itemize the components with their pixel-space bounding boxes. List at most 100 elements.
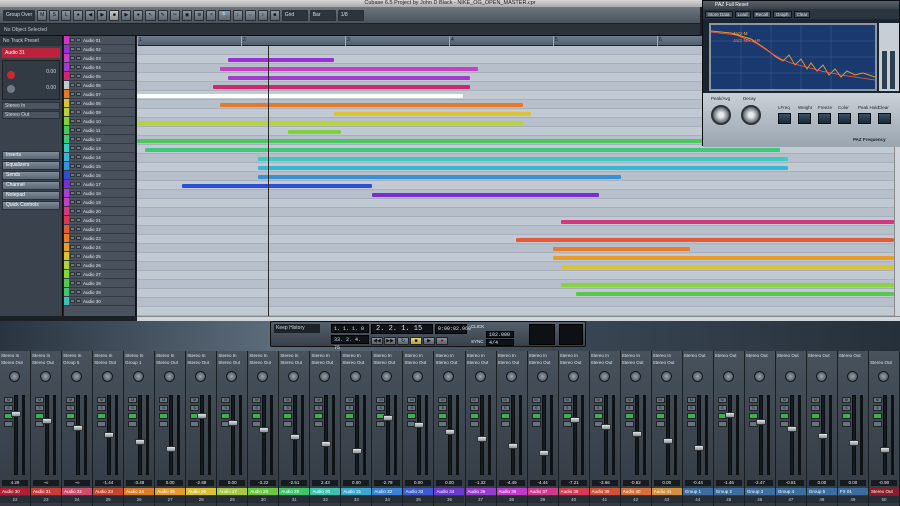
right-locator[interactable]: 33. 2. 4. 75: [331, 335, 369, 351]
mute-button[interactable]: [70, 110, 75, 114]
volume-fader-track[interactable]: [510, 395, 515, 475]
read-button[interactable]: [810, 413, 820, 419]
monitor-icon[interactable]: [7, 85, 15, 93]
volume-fader-track[interactable]: [572, 395, 577, 475]
pan-knob[interactable]: [40, 371, 52, 382]
solo-button[interactable]: S: [221, 405, 231, 411]
track-name[interactable]: Audio 17: [81, 182, 101, 187]
mute-button[interactable]: M: [252, 397, 262, 403]
volume-readout[interactable]: 0.00: [157, 480, 184, 486]
channel-input[interactable]: Stereo In: [94, 353, 122, 359]
channel-name[interactable]: Audio 37: [527, 488, 558, 495]
audio-event[interactable]: [288, 129, 342, 134]
inspector-section[interactable]: Equalizers: [2, 161, 60, 170]
channel-output[interactable]: [839, 360, 867, 366]
toolbar-dropdown[interactable]: 1/8: [337, 9, 364, 21]
track-row[interactable]: Audio 28: [64, 279, 135, 288]
mute-button[interactable]: [70, 47, 75, 51]
audio-event[interactable]: [576, 291, 894, 296]
channel-name[interactable]: Group 4: [775, 488, 806, 495]
write-button[interactable]: [283, 421, 293, 427]
channel-name[interactable]: Audio 41: [651, 488, 682, 495]
channel-output[interactable]: [684, 360, 712, 366]
volume-fader-track[interactable]: [262, 395, 267, 475]
channel-name[interactable]: Audio 32: [372, 488, 403, 495]
volume-fader-handle[interactable]: [693, 445, 704, 451]
read-button[interactable]: [531, 413, 541, 419]
stop-button[interactable]: ■: [410, 337, 422, 345]
channel-output[interactable]: [715, 360, 743, 366]
volume-fader-handle[interactable]: [662, 438, 673, 444]
audio-event[interactable]: [371, 192, 599, 197]
toolbar-button[interactable]: ✎: [157, 9, 168, 21]
toolbar-button[interactable]: ×: [206, 9, 217, 21]
mute-button[interactable]: [70, 137, 75, 141]
inspector-track-name[interactable]: Audio 31: [2, 48, 60, 58]
mute-button[interactable]: M: [97, 397, 107, 403]
channel-output[interactable]: [746, 360, 774, 366]
volume-fader-handle[interactable]: [135, 439, 146, 445]
peak-avg-knob[interactable]: [711, 105, 731, 125]
mute-button[interactable]: [70, 281, 75, 285]
track-row[interactable]: Audio 23: [64, 234, 135, 243]
channel-output[interactable]: Stereo Out: [32, 360, 60, 366]
channel-output[interactable]: Stereo Out: [342, 360, 370, 366]
channel-output[interactable]: Stereo Out: [435, 360, 463, 366]
plugin-switch[interactable]: [798, 113, 811, 124]
mute-button[interactable]: [70, 155, 75, 159]
volume-fader-handle[interactable]: [383, 415, 394, 421]
track-row[interactable]: Audio 19: [64, 198, 135, 207]
track-lane[interactable]: [137, 298, 894, 307]
mute-button[interactable]: [70, 56, 75, 60]
pan-knob[interactable]: [536, 371, 548, 382]
track-row[interactable]: Audio 16: [64, 171, 135, 180]
track-name[interactable]: Audio 11: [81, 128, 100, 133]
channel-output[interactable]: Stereo Out: [280, 360, 308, 366]
write-button[interactable]: [4, 421, 13, 427]
mute-button[interactable]: M: [500, 397, 510, 403]
channel-input[interactable]: Stereo Out: [808, 353, 836, 359]
channel-input[interactable]: Stereo In: [187, 353, 215, 359]
track-row[interactable]: Audio 03: [64, 54, 135, 63]
write-button[interactable]: [500, 421, 510, 427]
track-row[interactable]: Audio 12: [64, 135, 135, 144]
solo-button[interactable]: S: [779, 405, 789, 411]
track-lane[interactable]: [137, 226, 894, 235]
mute-button[interactable]: M: [469, 397, 479, 403]
channel-input[interactable]: Stereo In: [591, 353, 619, 359]
mute-button[interactable]: M: [4, 397, 13, 403]
channel-output[interactable]: [808, 360, 836, 366]
toolbar-dropdown[interactable]: Bar: [309, 9, 336, 21]
solo-button[interactable]: S: [531, 405, 541, 411]
volume-fader-track[interactable]: [851, 395, 856, 475]
audio-event[interactable]: [137, 120, 524, 125]
channel-name[interactable]: Group 1: [682, 488, 713, 495]
mute-button[interactable]: M: [159, 397, 169, 403]
history-label[interactable]: Keep History: [274, 324, 320, 333]
read-button[interactable]: [469, 413, 479, 419]
audio-event[interactable]: [553, 246, 690, 251]
write-button[interactable]: [624, 421, 634, 427]
pan-knob[interactable]: [815, 371, 827, 382]
track-lane[interactable]: [137, 307, 894, 316]
volume-readout[interactable]: -2.88: [188, 480, 215, 486]
volume-readout[interactable]: -0.82: [622, 480, 649, 486]
pan-knob[interactable]: [226, 371, 238, 382]
track-name[interactable]: Audio 29: [81, 290, 101, 295]
channel-name[interactable]: Audio 26: [186, 488, 217, 495]
track-lane[interactable]: [137, 199, 894, 208]
write-button[interactable]: [531, 421, 541, 427]
channel-output[interactable]: Stereo Out: [156, 360, 184, 366]
record-button[interactable]: ●: [436, 337, 448, 345]
channel-output[interactable]: Stereo Out: [529, 360, 557, 366]
channel-output[interactable]: Stereo Out: [218, 360, 246, 366]
plugin-switch[interactable]: [858, 113, 871, 124]
write-button[interactable]: [841, 421, 851, 427]
volume-fader-handle[interactable]: [166, 446, 177, 452]
channel-output[interactable]: Stereo Out: [622, 360, 650, 366]
mute-button[interactable]: M: [531, 397, 541, 403]
volume-readout[interactable]: -∞: [33, 480, 60, 486]
mute-button[interactable]: M: [872, 397, 882, 403]
channel-name[interactable]: Audio 23: [93, 488, 124, 495]
track-row[interactable]: Audio 26: [64, 261, 135, 270]
